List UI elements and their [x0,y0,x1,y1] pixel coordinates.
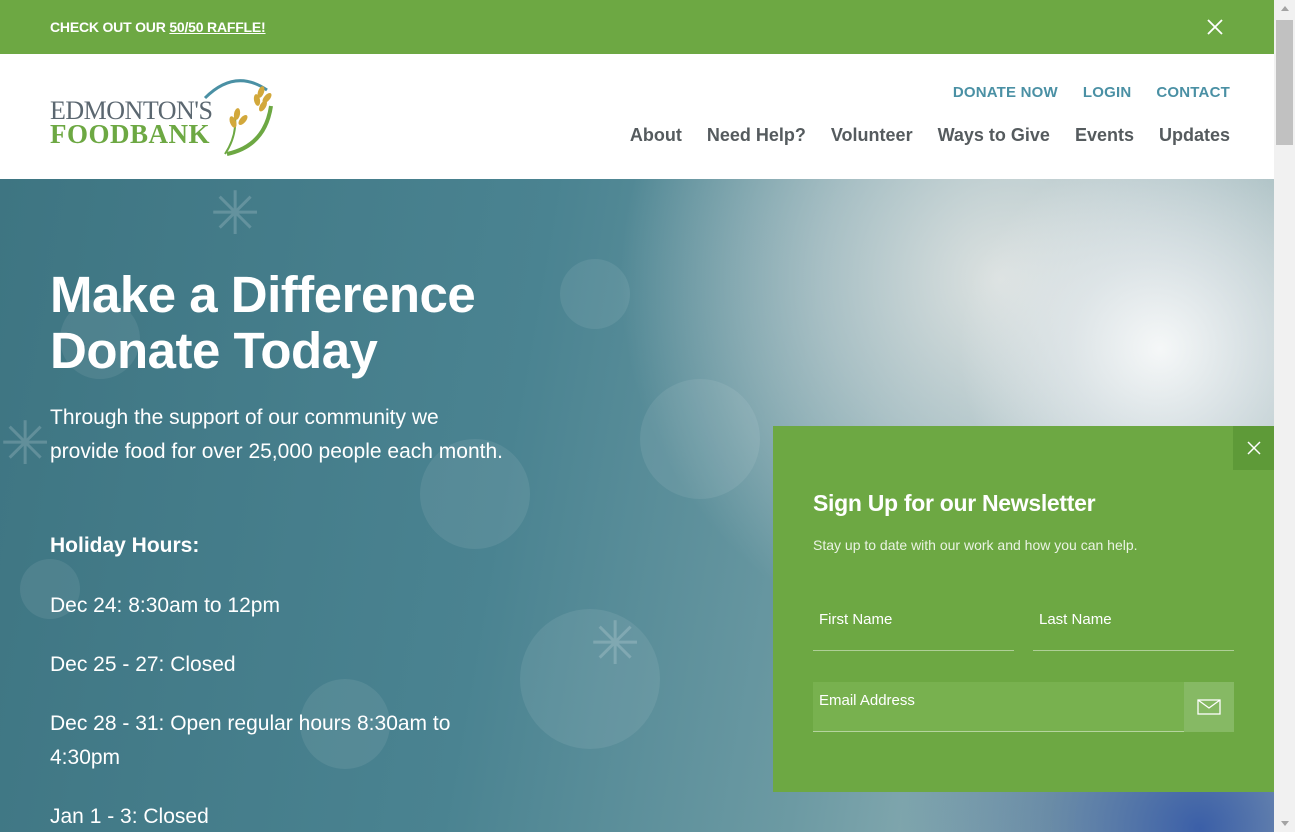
site-header: EDMONTON'S FOODBANK DONATE NOW LOGIN CON… [0,54,1274,179]
newsletter-subtitle: Stay up to date with our work and how yo… [813,537,1138,553]
popup-close-button[interactable] [1233,426,1274,470]
bokeh-decoration [560,259,630,329]
nav-item-ways-to-give[interactable]: Ways to Give [938,125,1050,146]
close-icon [1246,441,1261,455]
first-name-field[interactable] [813,598,1014,650]
nav-item-updates[interactable]: Updates [1159,125,1230,146]
newsletter-popup: Sign Up for our Newsletter Stay up to da… [773,426,1274,792]
logo-line2: FOODBANK [50,119,211,149]
hero-title-line1: Make a Difference [50,266,476,323]
envelope-icon [1197,699,1221,715]
close-icon[interactable] [1205,17,1225,37]
raffle-link[interactable]: 50/50 RAFFLE! [169,19,265,35]
contact-link[interactable]: CONTACT [1156,84,1230,101]
holiday-hours-item: Dec 25 - 27: Closed [50,653,236,676]
nav-item-need-help[interactable]: Need Help? [707,125,806,146]
holiday-hours-heading: Holiday Hours: [50,534,200,557]
announcement-prefix: CHECK OUT OUR [50,19,170,35]
scroll-up-icon[interactable] [1274,0,1295,17]
hero-title: Make a Difference Donate Today [50,267,570,379]
holiday-hours-list: Dec 24: 8:30am to 12pm Dec 25 - 27: Clos… [50,589,520,832]
last-name-field-wrap [1033,598,1234,651]
logo[interactable]: EDMONTON'S FOODBANK [50,76,280,158]
hero-title-line2: Donate Today [50,322,378,379]
email-field[interactable] [813,682,1184,731]
holiday-hours-item: Dec 24: 8:30am to 12pm [50,594,280,617]
email-field-wrap [813,682,1184,732]
donate-now-link[interactable]: DONATE NOW [953,84,1058,101]
scrollbar-thumb[interactable] [1276,20,1293,145]
login-link[interactable]: LOGIN [1083,84,1132,101]
snowflake-icon: ✳ [0,410,51,477]
newsletter-title: Sign Up for our Newsletter [813,490,1096,516]
announcement-bar: CHECK OUT OUR 50/50 RAFFLE! [0,0,1274,54]
bokeh-decoration [640,379,760,499]
snowflake-icon: ✳ [590,610,641,677]
page-scrollbar[interactable] [1274,0,1295,832]
nav-item-volunteer[interactable]: Volunteer [831,125,913,146]
scroll-down-icon[interactable] [1274,815,1295,832]
wheat-icon [203,79,273,156]
holiday-hours-item: Dec 28 - 31: Open regular hours 8:30am t… [50,712,451,769]
holiday-hours-item: Jan 1 - 3: Closed [50,805,209,828]
last-name-field[interactable] [1033,598,1234,650]
announcement-text: CHECK OUT OUR 50/50 RAFFLE! [50,19,266,35]
hero-lead: Through the support of our community we … [50,406,503,463]
snowflake-icon: ✳ [210,180,261,247]
utility-nav: DONATE NOW LOGIN CONTACT [953,84,1230,101]
subscribe-button[interactable] [1184,682,1234,732]
nav-item-events[interactable]: Events [1075,125,1134,146]
main-nav: About Need Help? Volunteer Ways to Give … [630,125,1230,146]
nav-item-about[interactable]: About [630,125,682,146]
first-name-field-wrap [813,598,1014,651]
